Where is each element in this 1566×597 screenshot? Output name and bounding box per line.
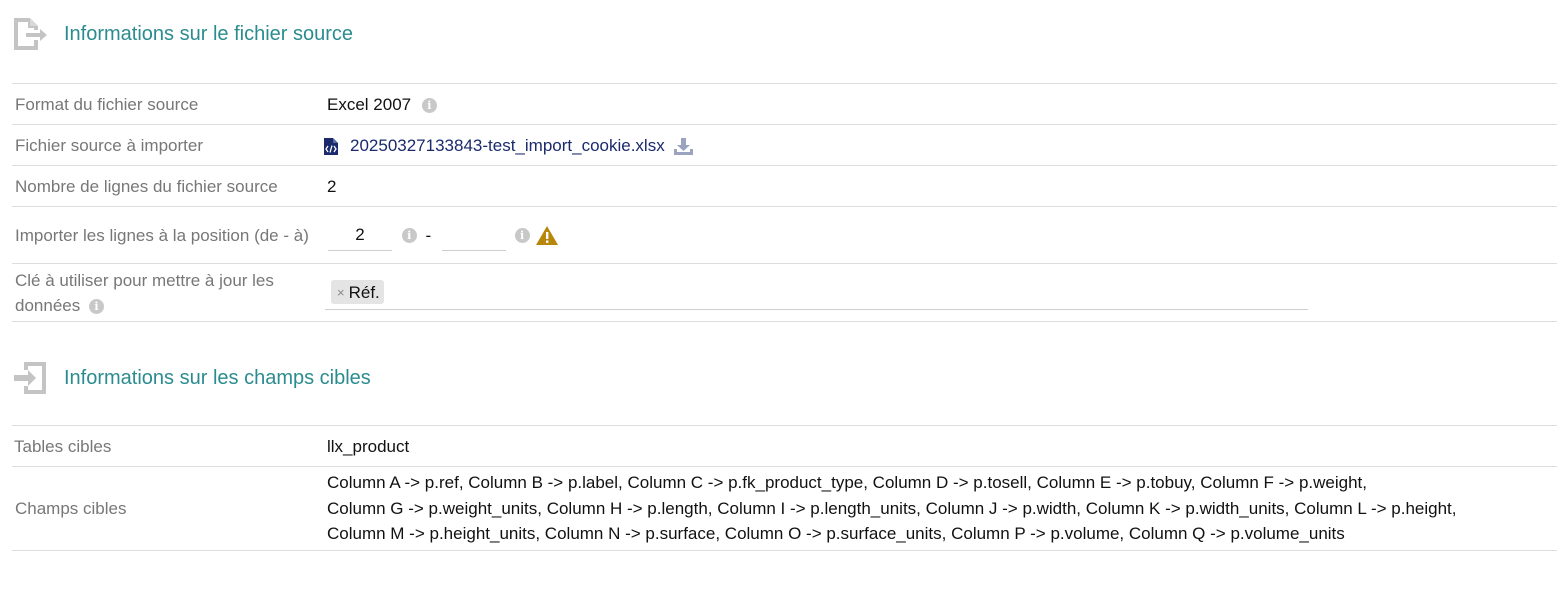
warning-icon xyxy=(536,225,559,245)
source-file-label: Fichier source à importer xyxy=(12,124,324,166)
source-section-title: Informations sur le fichier source xyxy=(64,22,354,45)
info-icon[interactable]: i xyxy=(514,227,530,243)
target-fields-line: Column G -> p.weight_units, Column H -> … xyxy=(327,498,1457,518)
import-range-label: Importer les lignes à la position (de - … xyxy=(12,206,324,264)
update-key-select[interactable]: × Réf. xyxy=(325,276,1308,310)
format-label: Format du fichier source xyxy=(12,83,324,125)
file-code-icon xyxy=(324,137,338,155)
row-target-tables: Tables cibles llx_product xyxy=(12,425,1557,467)
source-section-header: Informations sur le fichier source xyxy=(12,16,353,52)
info-icon[interactable]: i xyxy=(421,97,437,113)
line-count-label: Nombre de lignes du fichier source xyxy=(12,165,324,207)
tag-remove-icon[interactable]: × xyxy=(337,280,345,305)
row-update-key: Clé à utiliser pour mettre à jour les do… xyxy=(12,263,1557,322)
info-icon[interactable]: i xyxy=(401,227,417,243)
source-file-link[interactable]: 20250327133843-test_import_cookie.xlsx xyxy=(350,136,665,155)
update-key-label: Clé à utiliser pour mettre à jour les do… xyxy=(15,270,274,315)
range-to-input[interactable] xyxy=(441,219,506,251)
update-key-cell: × Réf. xyxy=(324,263,1557,322)
row-line-count: Nombre de lignes du fichier source 2 xyxy=(12,165,1557,207)
format-value-cell: Excel 2007 i xyxy=(324,83,1557,125)
target-info-table: Tables cibles llx_product Champs cibles … xyxy=(12,425,1557,551)
range-separator: - xyxy=(425,225,432,245)
target-fields-line: Column M -> p.height_units, Column N -> … xyxy=(327,524,1345,544)
key-tag: × Réf. xyxy=(331,280,384,304)
row-target-fields: Champs cibles Column A -> p.ref, Column … xyxy=(12,466,1557,551)
row-source-file: Fichier source à importer 20250327133843… xyxy=(12,124,1557,166)
format-value: Excel 2007 xyxy=(327,94,412,114)
target-section-title: Informations sur les champs cibles xyxy=(64,366,371,389)
source-info-table: Format du fichier source Excel 2007 i Fi… xyxy=(12,83,1557,322)
target-fields-line: Column A -> p.ref, Column B -> p.label, … xyxy=(327,473,1367,493)
source-file-cell: 20250327133843-test_import_cookie.xlsx xyxy=(324,124,1557,166)
sign-in-icon xyxy=(14,362,46,394)
target-section-header: Informations sur les champs cibles xyxy=(12,360,371,396)
range-from-input[interactable] xyxy=(328,219,392,251)
target-tables-value: llx_product xyxy=(324,425,1557,467)
info-icon[interactable]: i xyxy=(88,298,104,314)
download-icon[interactable] xyxy=(674,137,694,155)
target-fields-cell: Column A -> p.ref, Column B -> p.label, … xyxy=(324,466,1557,551)
target-fields-label: Champs cibles xyxy=(12,466,324,551)
target-tables-label: Tables cibles xyxy=(12,425,324,467)
key-tag-label: Réf. xyxy=(348,282,380,302)
row-import-range: Importer les lignes à la position (de - … xyxy=(12,206,1557,264)
file-export-icon xyxy=(14,18,47,50)
line-count-value: 2 xyxy=(324,165,1557,207)
row-format: Format du fichier source Excel 2007 i xyxy=(12,83,1557,125)
update-key-label-cell: Clé à utiliser pour mettre à jour les do… xyxy=(12,263,324,322)
import-range-cell: i - i xyxy=(324,206,1557,264)
